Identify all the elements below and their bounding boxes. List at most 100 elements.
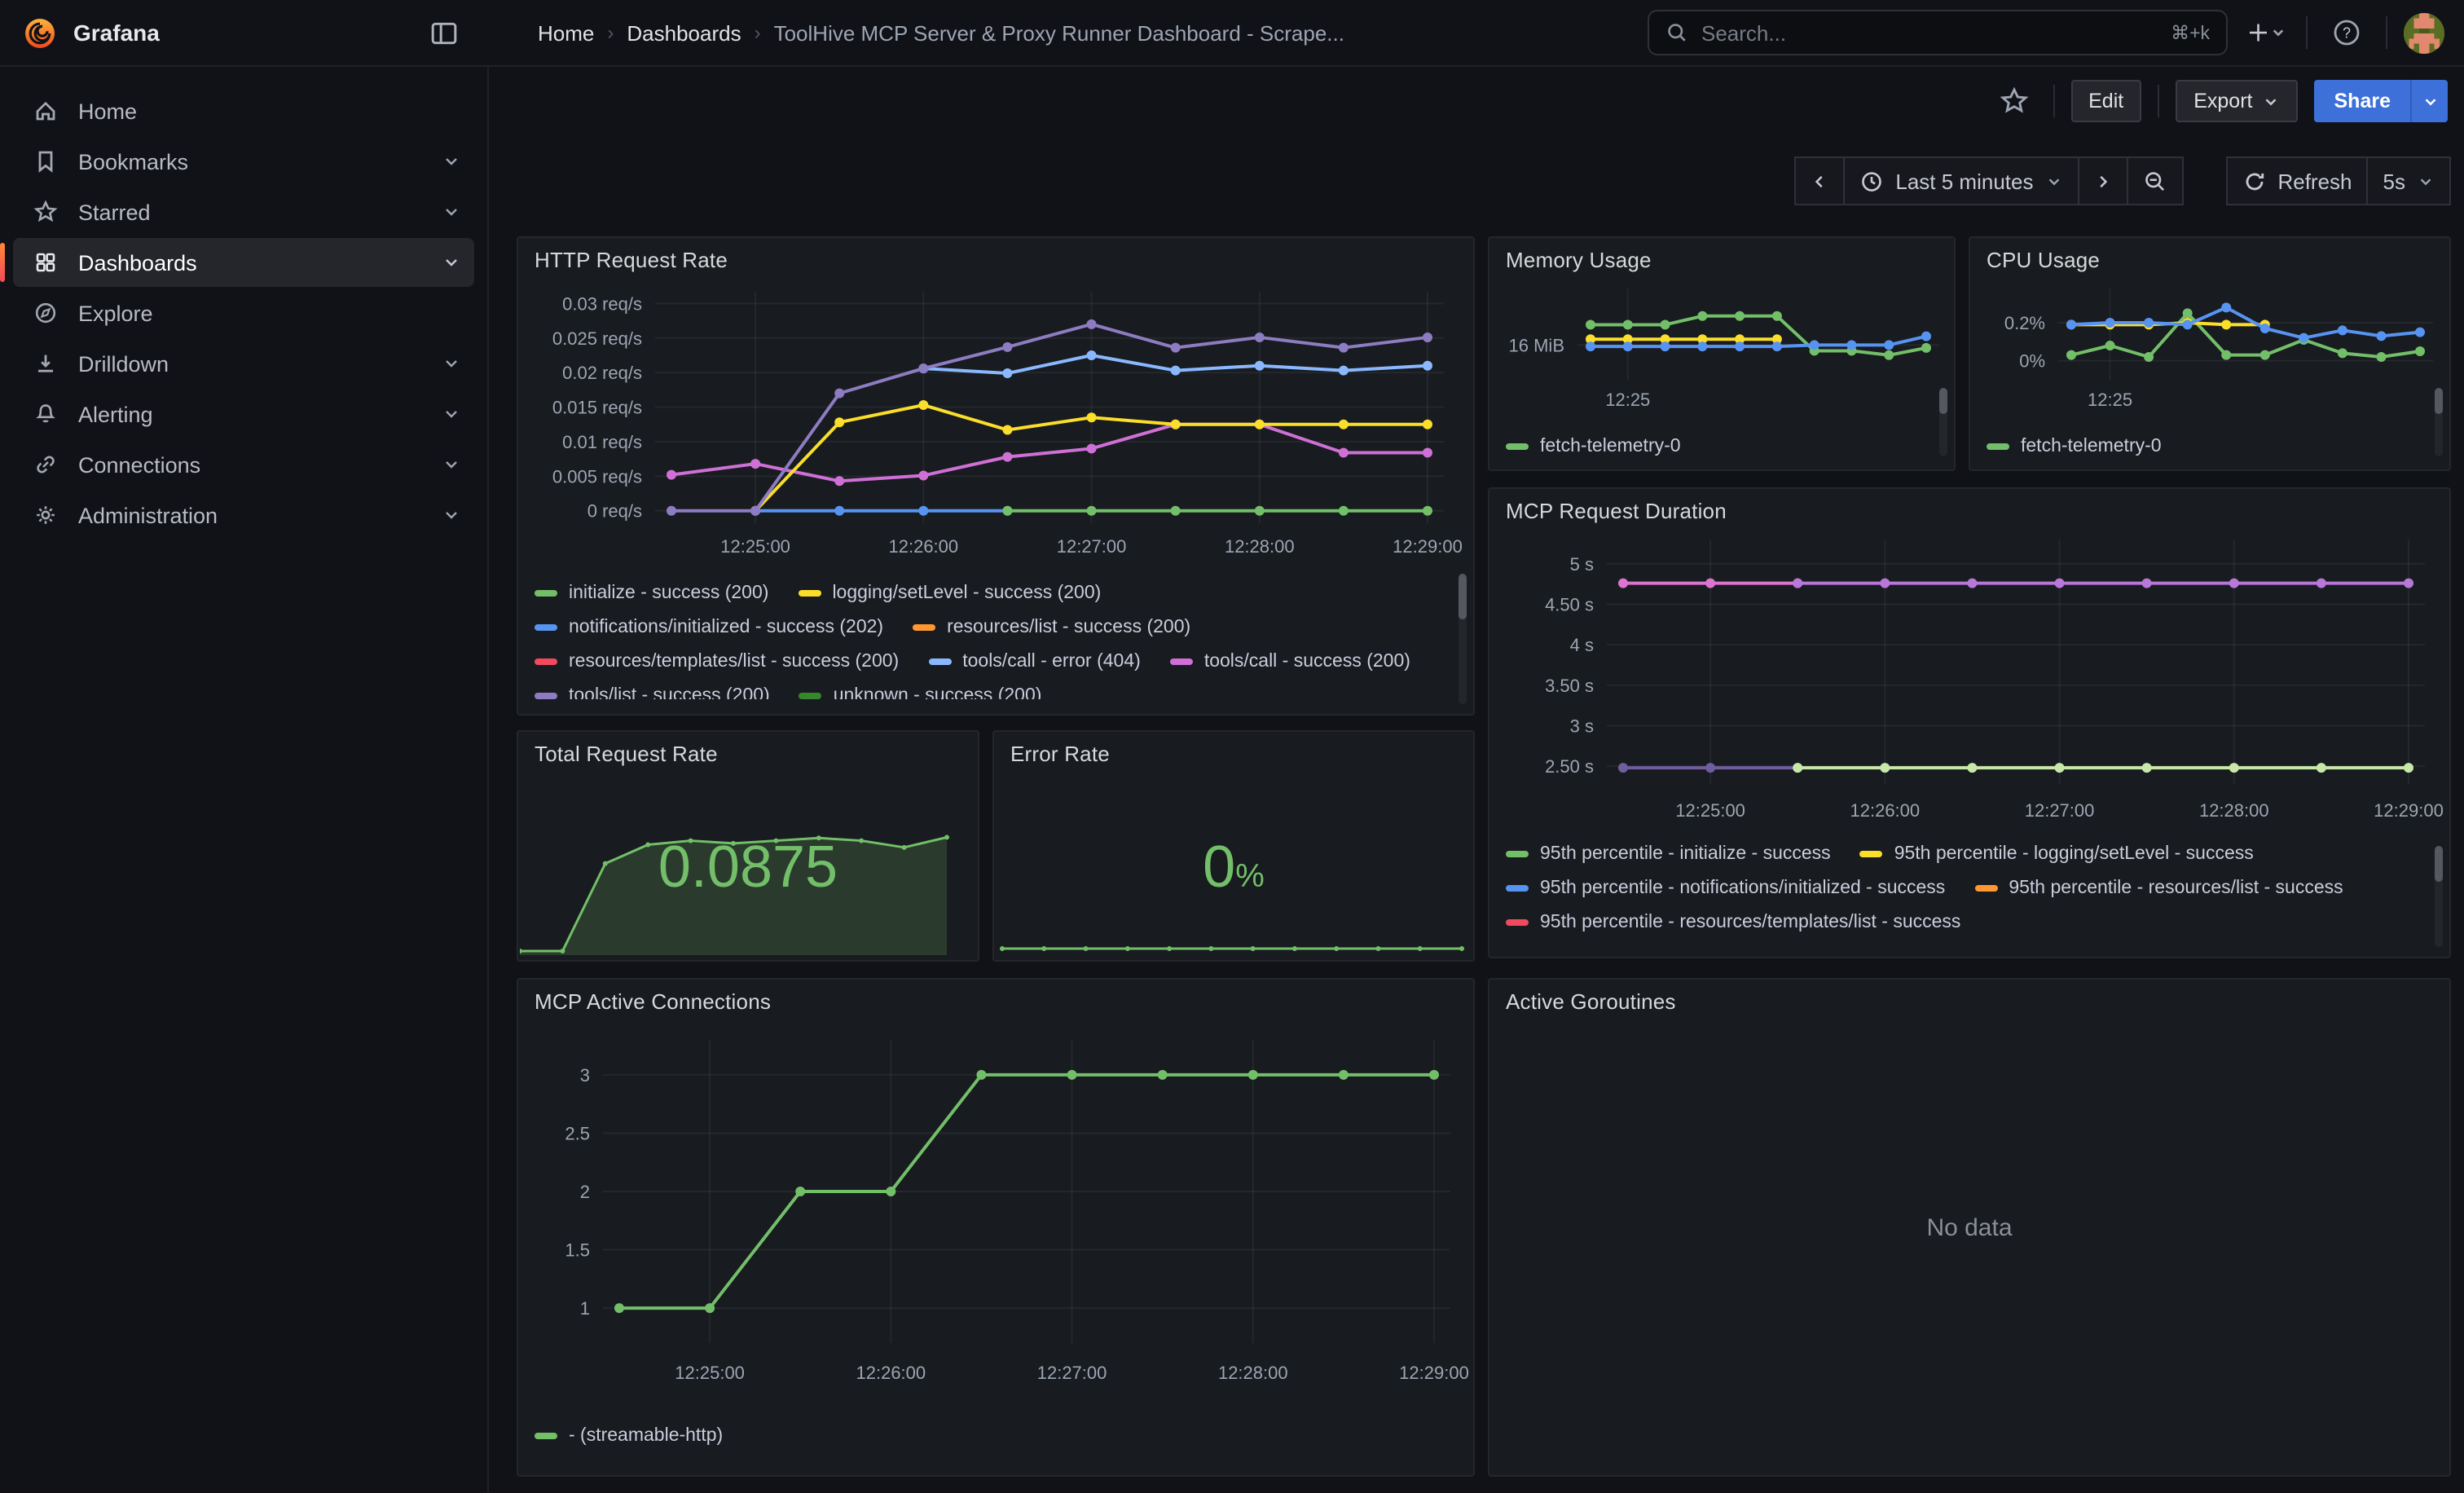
chevron-down-icon[interactable]: [442, 404, 461, 424]
chevron-down-icon[interactable]: [442, 354, 461, 373]
clock-icon: [1859, 169, 1884, 193]
grafana-logo-icon[interactable]: [23, 15, 57, 50]
legend-swatch-icon: [535, 623, 557, 630]
dashboard-canvas: HTTP Request Rate 12:25:0012:26:0012:27:…: [489, 209, 2464, 1493]
panel-http-request-rate[interactable]: HTTP Request Rate 12:25:0012:26:0012:27:…: [517, 236, 1475, 716]
legend-swatch-icon: [1506, 443, 1529, 449]
legend-swatch-icon: [799, 692, 822, 698]
panel-mcp-active-connections[interactable]: MCP Active Connections 12:25:0012:26:001…: [517, 978, 1475, 1477]
panel-title: Memory Usage: [1489, 238, 1954, 275]
legend-scrollbar[interactable]: [1939, 388, 1947, 456]
panel-total-request-rate[interactable]: Total Request Rate 0.0875: [517, 730, 979, 962]
sidebar-item-connections[interactable]: Connections: [13, 440, 474, 489]
legend-swatch-icon: [1506, 884, 1529, 891]
sidebar-item-bookmarks[interactable]: Bookmarks: [13, 137, 474, 186]
edit-button[interactable]: Edit: [2070, 80, 2141, 122]
refresh-button[interactable]: Refresh: [2225, 156, 2368, 205]
svg-text:12:25:00: 12:25:00: [720, 536, 790, 557]
svg-text:12:26:00: 12:26:00: [889, 536, 959, 557]
time-shift-forward-button[interactable]: [2079, 156, 2127, 205]
share-menu-chevron[interactable]: [2410, 80, 2448, 122]
legend-swatch-icon: [798, 589, 821, 596]
refresh-interval-picker[interactable]: 5s: [2369, 156, 2451, 205]
panel-memory-usage[interactable]: Memory Usage 12:2516 MiB fetch-telemetry…: [1488, 236, 1956, 471]
divider: [2158, 85, 2159, 117]
export-button[interactable]: Export: [2176, 80, 2298, 122]
legend-item[interactable]: tools/list - success (200): [535, 681, 770, 699]
svg-text:12:28:00: 12:28:00: [1225, 536, 1295, 557]
legend-item[interactable]: notifications/initialized - success (202…: [535, 613, 883, 641]
legend-swatch-icon: [1987, 443, 2009, 449]
panel-active-goroutines[interactable]: Active Goroutines No data: [1488, 978, 2451, 1477]
legend-label: 95th percentile - logging/setLevel - suc…: [1894, 843, 2254, 863]
mcp-request-duration-chart: 12:25:0012:26:0012:27:0012:28:0012:29:00…: [1489, 526, 2449, 839]
sidebar-item-administration[interactable]: Administration: [13, 491, 474, 540]
panel-mcp-request-duration[interactable]: MCP Request Duration 12:25:0012:26:0012:…: [1488, 487, 2451, 958]
legend-item[interactable]: 95th percentile - resources/templates/li…: [1506, 908, 1960, 936]
legend-item[interactable]: initialize - success (200): [535, 579, 768, 606]
legend-scrollbar[interactable]: [2435, 846, 2443, 947]
legend-item[interactable]: resources/templates/list - success (200): [535, 647, 899, 675]
breadcrumb-separator: ›: [607, 21, 614, 44]
svg-text:12:26:00: 12:26:00: [856, 1363, 926, 1383]
legend-label: fetch-telemetry-0: [1540, 436, 1681, 456]
legend-scrollbar[interactable]: [2435, 388, 2443, 456]
search-shortcut: ⌘+k: [2171, 21, 2210, 44]
legend-item[interactable]: tools/call - error (404): [928, 647, 1141, 675]
help-icon[interactable]: ?: [2324, 10, 2369, 55]
add-button[interactable]: [2244, 10, 2290, 55]
legend-label: resources/list - success (200): [947, 617, 1190, 636]
chevron-down-icon[interactable]: [442, 253, 461, 272]
sidebar-nav: Home Bookmarks Starred Dashboards Explor…: [0, 65, 489, 1493]
sidebar-item-drilldown[interactable]: Drilldown: [13, 339, 474, 388]
legend-scrollbar[interactable]: [1459, 574, 1467, 704]
chevron-down-icon[interactable]: [442, 455, 461, 474]
legend-item[interactable]: logging/setLevel - success (200): [798, 579, 1101, 606]
svg-text:3 s: 3 s: [1570, 716, 1594, 736]
legend-item[interactable]: 95th percentile - resources/list - succe…: [1974, 874, 2343, 901]
sidebar-item-starred[interactable]: Starred: [13, 187, 474, 236]
time-controls: Last 5 minutes Refresh 5s: [489, 156, 2451, 205]
sidebar-item-dashboards[interactable]: Dashboards: [13, 238, 474, 287]
user-avatar[interactable]: [2404, 12, 2444, 53]
sidebar-item-alerting[interactable]: Alerting: [13, 390, 474, 438]
svg-text:12:27:00: 12:27:00: [1057, 536, 1127, 557]
error-rate-number: 0: [1203, 833, 1235, 900]
legend-item[interactable]: fetch-telemetry-0: [1987, 432, 2162, 460]
zoom-out-button[interactable]: [2127, 156, 2183, 205]
panel-error-rate[interactable]: Error Rate 0%: [992, 730, 1475, 962]
sidebar-item-explore[interactable]: Explore: [13, 288, 474, 337]
breadcrumb-home[interactable]: Home: [538, 20, 594, 45]
legend-item[interactable]: 95th percentile - notifications/initiali…: [1506, 874, 1945, 901]
chevron-down-icon[interactable]: [442, 505, 461, 525]
legend-item[interactable]: 95th percentile - logging/setLevel - suc…: [1860, 839, 2254, 867]
svg-text:12:25: 12:25: [1605, 390, 1650, 410]
share-button[interactable]: Share: [2315, 80, 2411, 122]
error-rate-sparkline: [996, 936, 1475, 958]
legend-item[interactable]: - (streamable-http): [535, 1421, 723, 1449]
time-range-picker[interactable]: Last 5 minutes: [1845, 156, 2079, 205]
legend-item[interactable]: resources/list - success (200): [913, 613, 1190, 641]
breadcrumb-dashboards[interactable]: Dashboards: [627, 20, 741, 45]
legend-item[interactable]: 95th percentile - initialize - success: [1506, 839, 1831, 867]
favorite-star-icon[interactable]: [1991, 78, 2036, 124]
panel-title: Total Request Rate: [518, 732, 978, 769]
search-input[interactable]: Search... ⌘+k: [1648, 10, 2228, 55]
panel-cpu-usage[interactable]: CPU Usage 12:250.2%0% fetch-telemetry-0: [1969, 236, 2451, 471]
legend-item[interactable]: fetch-telemetry-0: [1506, 432, 1681, 460]
chevron-down-icon[interactable]: [442, 202, 461, 222]
sidebar-item-label: Administration: [78, 503, 218, 527]
panel-title: MCP Active Connections: [518, 980, 1473, 1017]
legend-item[interactable]: unknown - success (200): [799, 681, 1042, 699]
legend-item[interactable]: tools/call - success (200): [1170, 647, 1410, 675]
sidebar-toggle-icon[interactable]: [420, 10, 466, 55]
sidebar-item-label: Starred: [78, 200, 151, 224]
cpu-usage-chart: 12:250.2%0%: [1970, 275, 2449, 432]
time-shift-back-button[interactable]: [1794, 156, 1845, 205]
sidebar-item-home[interactable]: Home: [13, 86, 474, 135]
chevron-down-icon[interactable]: [442, 152, 461, 171]
panel-title: CPU Usage: [1970, 238, 2449, 275]
gear-icon: [33, 502, 59, 528]
refresh-label: Refresh: [2277, 169, 2352, 193]
legend-label: unknown - success (200): [834, 685, 1042, 699]
